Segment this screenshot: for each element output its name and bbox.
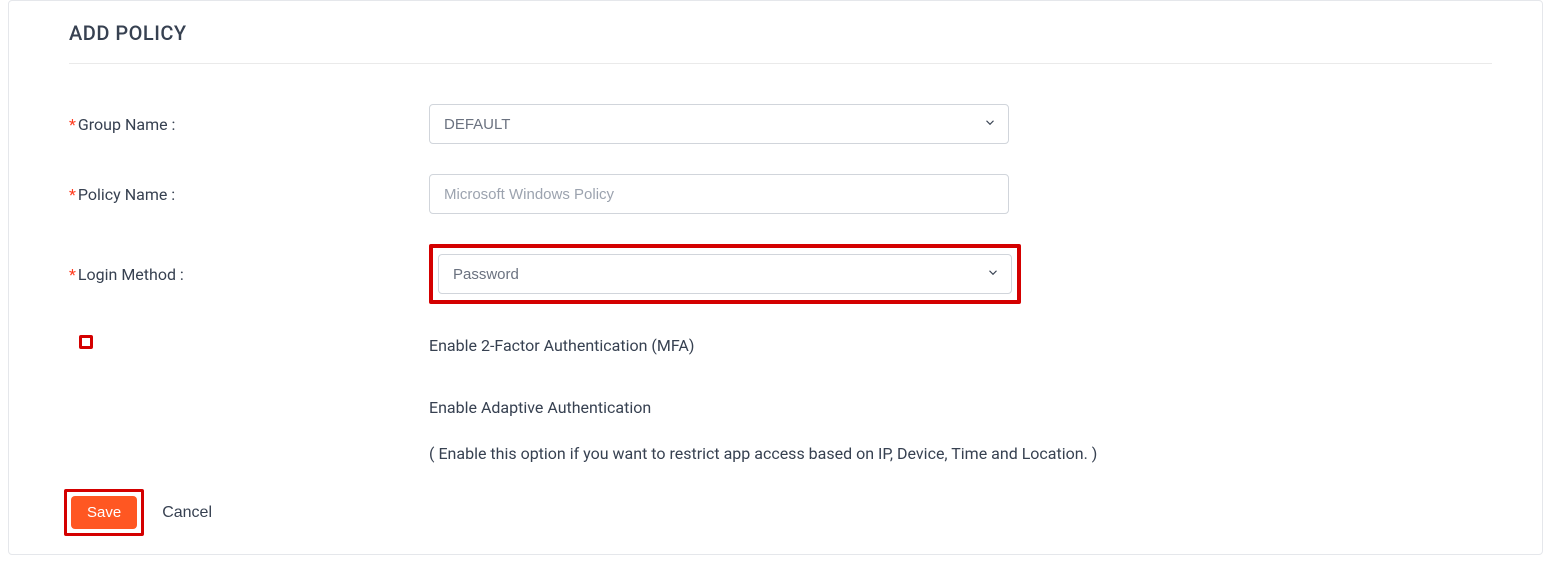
label-text-policy-name: Policy Name : [78,185,175,204]
mfa-label: Enable 2-Factor Authentication (MFA) [429,334,694,358]
login-method-highlight: Password [429,244,1021,304]
required-asterisk: * [69,265,76,284]
form-actions: Save Cancel [64,489,212,536]
policy-name-input[interactable] [429,174,1009,214]
page-title: ADD POLICY [69,21,1492,45]
required-asterisk: * [69,115,76,134]
save-button-highlight: Save [64,489,144,536]
toggle-knob [92,399,118,425]
row-adaptive: Enable Adaptive Authentication ( Enable … [69,396,1492,466]
adaptive-helper-text: ( Enable this option if you want to rest… [429,442,1097,466]
group-name-select[interactable]: DEFAULT [429,104,1009,144]
mfa-toggle-highlight [79,335,93,349]
adaptive-label: Enable Adaptive Authentication [429,396,1097,420]
row-mfa: Enable 2-Factor Authentication (MFA) [69,334,1492,358]
cancel-button[interactable]: Cancel [162,504,212,522]
row-policy-name: * Policy Name : [69,174,1492,214]
toggle-knob [119,345,145,371]
row-login-method: * Login Method : Password [69,244,1492,304]
save-button[interactable]: Save [71,496,137,529]
row-group-name: * Group Name : DEFAULT [69,104,1492,144]
label-login-method: * Login Method : [69,265,429,284]
label-text-login-method: Login Method : [78,265,184,284]
divider [69,63,1492,64]
label-policy-name: * Policy Name : [69,185,429,204]
label-group-name: * Group Name : [69,115,429,134]
login-method-select[interactable]: Password [438,254,1012,294]
label-text-group-name: Group Name : [78,115,176,134]
add-policy-panel: ADD POLICY * Group Name : DEFAULT * Poli… [8,0,1543,555]
required-asterisk: * [69,185,76,204]
